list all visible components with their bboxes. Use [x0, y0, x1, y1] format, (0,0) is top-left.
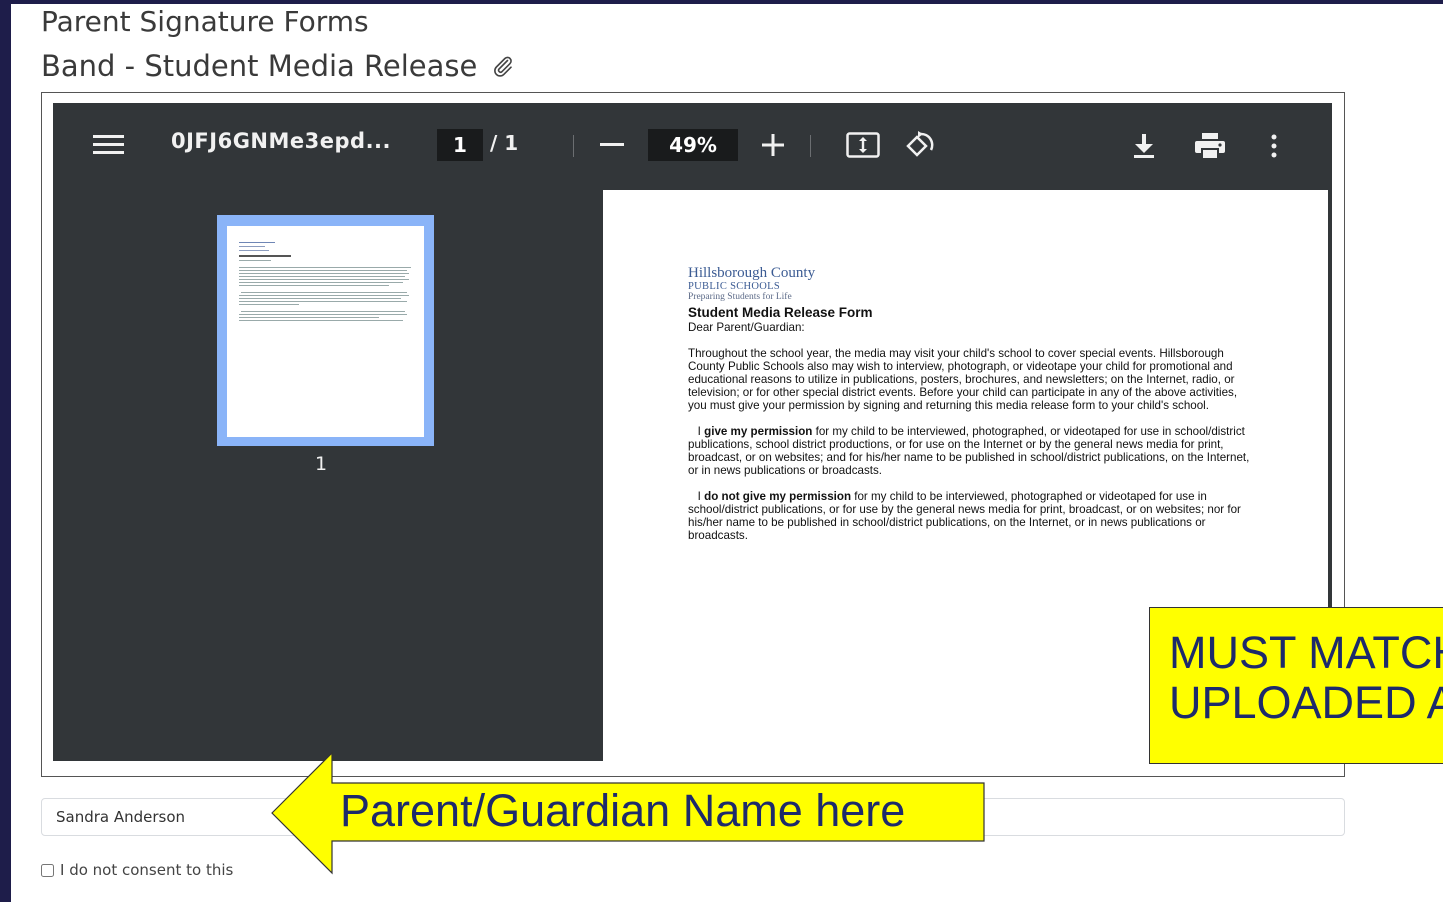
deny-permission-paragraph: I do not give my permission for my child…: [688, 490, 1258, 542]
menu-icon[interactable]: [93, 132, 125, 158]
callout-line1: MUST MATCH: [1169, 627, 1443, 678]
zoom-out-icon[interactable]: [597, 133, 627, 157]
callout-line2: UPLOADED AT: [1169, 677, 1443, 728]
org-tagline: Preparing Students for Life: [688, 292, 792, 302]
no-consent-checkbox[interactable]: [41, 863, 54, 877]
form-title-text: Band - Student Media Release: [41, 49, 478, 83]
give-permission-bold: give my permission: [704, 425, 813, 438]
zoom-level-input[interactable]: 49%: [648, 129, 738, 161]
page-number-input[interactable]: 1: [437, 129, 483, 161]
deny-prefix: I: [697, 490, 701, 503]
section-title: Parent Signature Forms: [41, 5, 369, 38]
zoom-in-icon[interactable]: [759, 131, 787, 159]
toolbar-divider: [810, 135, 811, 157]
document-content: Hillsborough County PUBLIC SCHOOLS Prepa…: [688, 265, 1258, 542]
give-permission-paragraph: I give my permission for my child to be …: [688, 425, 1258, 477]
deny-permission-bold: do not give my permission: [704, 490, 852, 503]
print-icon[interactable]: [1193, 131, 1227, 161]
toolbar-divider: [573, 135, 574, 157]
paperclip-icon[interactable]: [491, 54, 515, 78]
thumbnail-sidebar: 1: [53, 187, 600, 761]
org-subtitle: PUBLIC SCHOOLS: [688, 281, 781, 292]
thumbnail-page-number: 1: [315, 453, 328, 475]
form-title: Band - Student Media Release: [41, 46, 515, 86]
no-consent-option[interactable]: I do not consent to this: [41, 861, 233, 879]
left-border: [0, 0, 11, 902]
download-icon[interactable]: [1129, 131, 1159, 161]
more-options-icon[interactable]: [1261, 131, 1287, 161]
document-title: Student Media Release Form: [688, 305, 873, 320]
pdf-toolbar: 0JFJ6GNMe3epd... 1 / 1 49%: [53, 103, 1332, 187]
thumbnail-page-preview: [227, 226, 424, 437]
greeting: Dear Parent/Guardian:: [688, 321, 805, 334]
page-thumbnail[interactable]: [217, 215, 434, 446]
give-prefix: I: [697, 425, 701, 438]
must-match-callout: MUST MATCH UPLOADED AT: [1149, 607, 1443, 764]
intro-paragraph: Throughout the school year, the media ma…: [688, 347, 1238, 412]
pdf-filename: 0JFJ6GNMe3epd...: [171, 129, 391, 153]
fit-page-icon[interactable]: [844, 131, 882, 159]
no-consent-label: I do not consent to this: [60, 861, 234, 879]
name-hint-text: Parent/Guardian Name here: [340, 785, 906, 836]
org-name: Hillsborough County: [688, 265, 816, 281]
rotate-icon[interactable]: [903, 129, 939, 161]
page-total: / 1: [490, 131, 519, 155]
